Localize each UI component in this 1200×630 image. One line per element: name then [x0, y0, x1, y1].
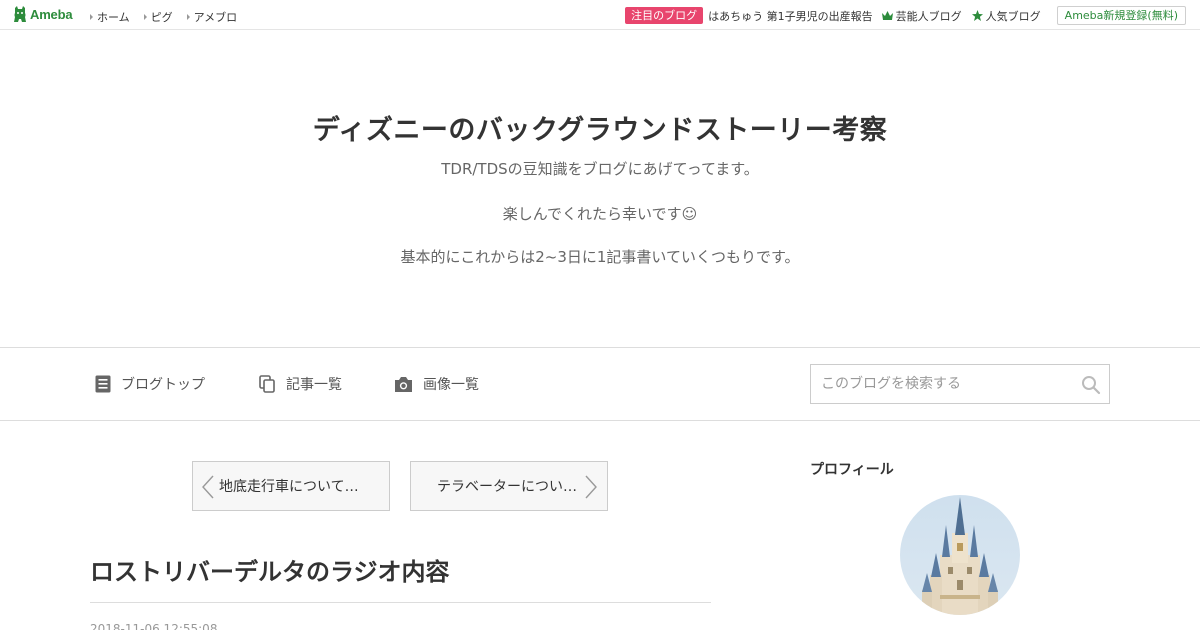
search-icon[interactable]	[1081, 375, 1101, 395]
hot-blog-link[interactable]: はあちゅう 第1子男児の出産報告	[708, 8, 873, 24]
register-button[interactable]: Ameba新規登録(無料)	[1056, 6, 1186, 25]
blog-nav: ブログトップ 記事一覧 画像一覧	[0, 347, 1200, 421]
nav-blog-top[interactable]: ブログトップ	[95, 374, 205, 394]
nav-image-list[interactable]: 画像一覧	[394, 374, 479, 394]
profile-heading: プロフィール	[810, 462, 894, 478]
crown-icon	[881, 11, 893, 20]
global-nav-label: ホーム	[97, 11, 130, 24]
blog-description-line: 楽しんでくれたら幸いです☺	[502, 205, 698, 223]
chevron-right-icon	[585, 475, 597, 499]
global-header: Ameba ホーム ピグ アメブロ 注目のブログ はあちゅう 第1子男児の出産報…	[0, 0, 1200, 30]
next-article-label: テラベーターについ…	[437, 479, 577, 495]
triangle-icon	[186, 14, 190, 20]
global-nav-ameblo[interactable]: アメブロ	[186, 9, 238, 25]
global-nav-home[interactable]: ホーム	[90, 9, 130, 25]
popular-blog-link[interactable]: 人気ブログ	[971, 8, 1041, 24]
triangle-icon	[90, 14, 93, 20]
castle-image	[900, 495, 1020, 615]
nav-blog-top-label: ブログトップ	[121, 377, 205, 393]
nav-image-list-label: 画像一覧	[423, 377, 479, 393]
entry-date: 2018-11-06 12:55:08	[90, 622, 218, 630]
camera-icon	[395, 376, 412, 392]
divider	[90, 602, 711, 603]
blog-title[interactable]: ディズニーのバックグラウンドストーリー考察	[0, 108, 1200, 147]
copy-icon	[259, 375, 275, 393]
star-icon	[971, 10, 983, 21]
next-article-button[interactable]: テラベーターについ…	[410, 461, 608, 511]
popular-blog-label: 人気ブログ	[985, 9, 1041, 23]
global-nav: ホーム ピグ アメブロ	[90, 9, 237, 25]
triangle-icon	[143, 14, 147, 20]
global-nav-label: ピグ	[150, 11, 173, 24]
global-nav-label: アメブロ	[193, 11, 238, 24]
header-links: 注目のブログ はあちゅう 第1子男児の出産報告 芸能人ブログ 人気ブログ Ame…	[625, 6, 1186, 25]
search-input[interactable]	[811, 365, 1071, 403]
hot-blog-badge: 注目のブログ	[625, 7, 704, 24]
celebrity-blog-label: 芸能人ブログ	[895, 9, 962, 23]
chevron-left-icon	[202, 475, 214, 499]
avatar[interactable]	[900, 495, 1020, 615]
blog-search	[810, 364, 1110, 404]
global-nav-pigg[interactable]: ピグ	[143, 9, 173, 25]
nav-article-list-label: 記事一覧	[286, 377, 342, 393]
prev-article-button[interactable]: 地底走行車について…	[192, 461, 390, 511]
ameba-logo-icon	[14, 6, 26, 22]
logo-text: Ameba	[30, 7, 73, 22]
entry-title[interactable]: ロストリバーデルタのラジオ内容	[90, 552, 450, 587]
blog-description-line: TDR/TDSの豆知識をブログにあげてってます。	[441, 160, 759, 178]
blog-description-line: 基本的にこれからは2~3日に1記事書いていくつもりです。	[400, 248, 800, 266]
document-icon	[95, 375, 111, 393]
prev-article-label: 地底走行車について…	[219, 479, 359, 495]
ameba-logo[interactable]: Ameba	[13, 6, 73, 23]
nav-article-list[interactable]: 記事一覧	[259, 374, 342, 394]
celebrity-blog-link[interactable]: 芸能人ブログ	[881, 8, 962, 24]
